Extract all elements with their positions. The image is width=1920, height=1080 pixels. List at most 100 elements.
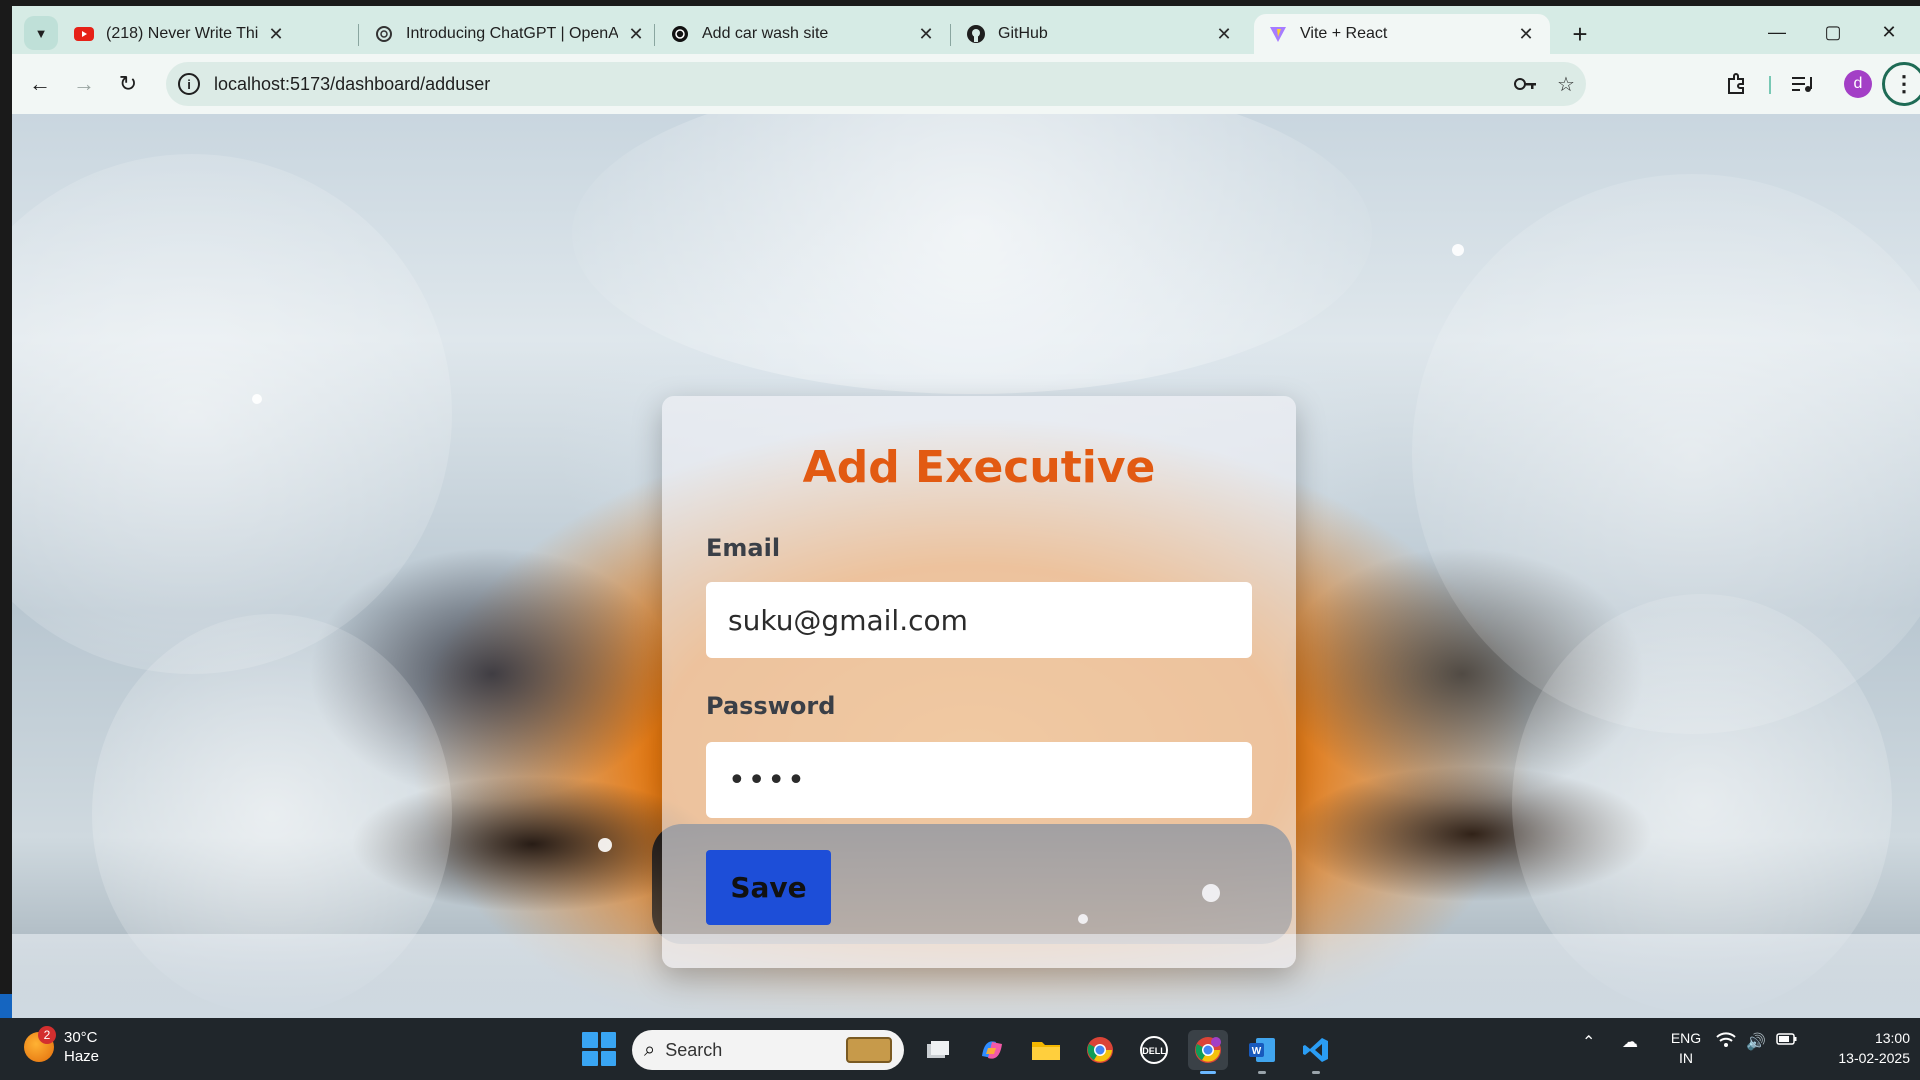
onedrive-icon[interactable]: ☁ (1622, 1032, 1638, 1052)
reload-icon: ↻ (118, 71, 138, 96)
tab-youtube[interactable]: (218) Never Write This on Your Resume ✕ (60, 14, 300, 54)
close-icon: ✕ (1881, 21, 1897, 42)
github-icon (966, 24, 986, 44)
close-icon[interactable]: ✕ (1516, 24, 1536, 45)
tab-strip: ▼ (218) Never Write This on Your Resume … (12, 6, 1920, 54)
copilot-icon[interactable] (972, 1030, 1012, 1070)
chrome-icon[interactable] (1080, 1030, 1120, 1070)
weather-widget[interactable]: 2 30°C Haze (24, 1026, 100, 1066)
tab-separator (654, 24, 655, 46)
bookmark-star-icon[interactable]: ☆ (1546, 64, 1586, 104)
tab-separator (358, 24, 359, 46)
tab-vite-react[interactable]: Vite + React ✕ (1254, 14, 1550, 54)
chrome-profile-icon[interactable] (1188, 1030, 1228, 1074)
new-tab-button[interactable]: + (1564, 18, 1596, 50)
profile-avatar[interactable]: d (1844, 70, 1872, 98)
address-url[interactable]: localhost:5173/dashboard/adduser (214, 74, 1506, 95)
tab-add-car-wash-site[interactable]: Add car wash site ✕ (656, 14, 950, 54)
file-explorer-icon[interactable] (1026, 1030, 1066, 1070)
tab-title: (218) Never Write This on Your Resume (106, 25, 258, 42)
page-background: Add Executive Email Password Save (12, 114, 1920, 1018)
password-field[interactable] (706, 742, 1252, 818)
browser-chrome: ▼ (218) Never Write This on Your Resume … (12, 6, 1920, 114)
dell-icon[interactable]: DELL (1134, 1030, 1174, 1070)
weather-description: Haze (64, 1048, 100, 1065)
add-executive-card: Add Executive Email Password Save (662, 396, 1296, 968)
browser-toolbar: ← → ↻ i localhost:5173/dashboard/adduser… (12, 54, 1920, 114)
form-title: Add Executive (802, 442, 1156, 493)
windows-logo-tile (600, 1032, 616, 1048)
vscode-icon[interactable] (1296, 1030, 1336, 1074)
tab-title: GitHub (998, 25, 1048, 42)
foam-bubble (598, 838, 612, 852)
clock-date: 13-02-2025 (1838, 1050, 1910, 1066)
region-code: IN (1679, 1050, 1693, 1066)
wifi-icon[interactable] (1716, 1032, 1736, 1053)
taskbar-search[interactable]: ⌕ Search (632, 1030, 904, 1070)
back-button[interactable]: ← (22, 66, 58, 102)
notification-badge: 2 (38, 1026, 56, 1044)
close-icon[interactable]: ✕ (626, 24, 646, 45)
search-placeholder: Search (665, 1039, 723, 1060)
task-view-icon[interactable] (918, 1030, 958, 1070)
search-icon: ⌕ (644, 1038, 656, 1061)
windows-logo-tile (582, 1032, 598, 1048)
chatgpt-icon (670, 24, 690, 44)
tab-separator (950, 24, 951, 46)
plus-icon: + (1572, 18, 1588, 49)
word-icon[interactable]: W (1242, 1030, 1282, 1074)
start-button[interactable] (582, 1032, 616, 1066)
youtube-icon (74, 24, 94, 44)
weather-sun-icon: 2 (24, 1026, 56, 1062)
window-close-button[interactable]: ✕ (1860, 14, 1918, 50)
toolbar-separator (1769, 76, 1771, 94)
extensions-icon[interactable] (1718, 66, 1754, 102)
running-indicator (1200, 1071, 1216, 1074)
email-field[interactable] (706, 582, 1252, 658)
foam-bubble (1452, 244, 1464, 256)
password-label: Password (706, 692, 836, 720)
openai-icon (374, 24, 394, 44)
svg-text:W: W (1252, 1046, 1262, 1057)
more-vertical-icon: ⋮ (1893, 71, 1915, 96)
tab-openai[interactable]: Introducing ChatGPT | OpenAI ✕ (360, 14, 660, 54)
tab-github[interactable]: GitHub ✕ (952, 14, 1248, 54)
window-edge-accent (0, 994, 12, 1018)
minimize-button[interactable]: — (1748, 14, 1806, 50)
search-highlight-icon (846, 1037, 892, 1063)
minimize-icon: — (1768, 21, 1786, 42)
close-icon[interactable]: ✕ (1214, 24, 1234, 45)
close-icon[interactable]: ✕ (916, 24, 936, 45)
taskbar: 2 30°C Haze ⌕ Search DELL W ⌃ ☁ ENG IN 🔊… (0, 1018, 1920, 1080)
volume-icon[interactable]: 🔊 (1746, 1032, 1766, 1052)
site-info-icon[interactable]: i (178, 73, 200, 95)
vite-icon (1268, 24, 1288, 44)
running-indicator (1312, 1071, 1320, 1074)
browser-menu-button[interactable]: ⋮ (1882, 62, 1920, 106)
close-icon[interactable]: ✕ (266, 24, 286, 45)
email-label: Email (706, 534, 781, 562)
running-indicator (1258, 1071, 1266, 1074)
address-bar[interactable]: i localhost:5173/dashboard/adduser ☆ (166, 62, 1586, 106)
arrow-right-icon: → (73, 71, 95, 96)
foam-bubble (252, 394, 262, 404)
forward-button[interactable]: → (66, 66, 102, 102)
save-button[interactable]: Save (706, 850, 831, 925)
windows-logo-tile (600, 1050, 616, 1066)
tab-title: Introducing ChatGPT | OpenAI (406, 25, 618, 42)
language-indicator[interactable]: ENG IN (1666, 1028, 1706, 1068)
show-hidden-icons-chevron-icon[interactable]: ⌃ (1582, 1032, 1595, 1052)
maximize-button[interactable]: ▢ (1804, 14, 1862, 50)
reload-button[interactable]: ↻ (110, 66, 146, 102)
tab-search-button[interactable]: ▼ (24, 16, 58, 50)
foam-splash (572, 114, 1372, 394)
chevron-down-icon: ▼ (34, 25, 48, 41)
foam-splash (12, 154, 452, 674)
tab-title: Vite + React (1300, 25, 1388, 42)
weather-temperature: 30°C (64, 1029, 98, 1046)
battery-icon[interactable] (1776, 1032, 1798, 1051)
media-controls-icon[interactable] (1784, 66, 1820, 102)
arrow-left-icon: ← (29, 71, 51, 96)
password-key-icon[interactable] (1506, 64, 1546, 104)
system-clock[interactable]: 13:00 13-02-2025 (1806, 1028, 1910, 1068)
